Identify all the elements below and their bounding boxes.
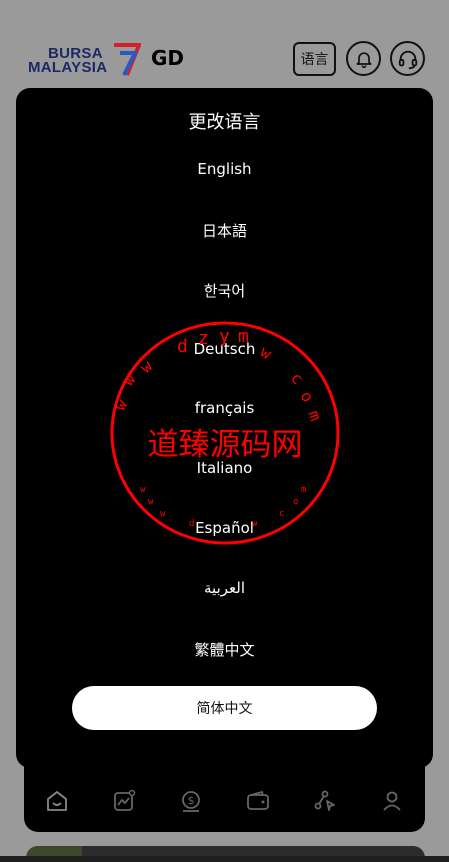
bell-icon	[356, 51, 371, 68]
svg-text:c: c	[279, 509, 284, 519]
ticker-label: GD	[151, 46, 185, 70]
svg-text:d: d	[189, 519, 194, 529]
app-header: BURSA MALAYSIA GD 语言	[0, 0, 449, 88]
svg-text:y: y	[219, 326, 230, 347]
svg-text:d: d	[177, 336, 188, 357]
svg-text:w: w	[136, 356, 156, 377]
language-option-traditional-chinese[interactable]: 繁體中文	[0, 639, 449, 660]
notifications-button[interactable]	[346, 41, 381, 76]
svg-text:w: w	[140, 485, 146, 495]
watermark-main-text: 道臻源码网	[148, 427, 303, 463]
home-icon[interactable]	[44, 788, 70, 814]
logo-mark-icon	[114, 43, 141, 76]
support-button[interactable]	[390, 41, 425, 76]
language-option-korean[interactable]: 한국어	[0, 280, 449, 301]
svg-text:w: w	[257, 342, 275, 363]
svg-text:o: o	[293, 497, 298, 507]
logo-line2: MALAYSIA	[28, 59, 108, 76]
svg-text:m: m	[238, 326, 249, 347]
svg-text:w: w	[148, 497, 154, 507]
headset-icon	[398, 50, 417, 69]
chart-icon[interactable]	[111, 788, 137, 814]
language-option-english[interactable]: English	[0, 160, 449, 178]
bottom-nav: $	[24, 770, 425, 832]
bursa-malaysia-logo: BURSA MALAYSIA	[28, 42, 141, 78]
user-icon[interactable]	[379, 788, 405, 814]
svg-text:$: $	[188, 794, 195, 807]
dollar-icon[interactable]: $	[178, 788, 204, 814]
language-button[interactable]: 语言	[293, 42, 336, 76]
watermark-stamp: w w w d z y m w c o m 道臻源码网 w w w d w c …	[110, 321, 340, 545]
svg-text:z: z	[198, 328, 209, 349]
modal-title: 更改语言	[188, 112, 261, 133]
svg-text:o: o	[297, 388, 318, 406]
svg-text:m: m	[304, 408, 325, 424]
svg-text:c: c	[287, 368, 308, 388]
svg-text:m: m	[301, 485, 306, 495]
language-option-arabic[interactable]: العربية	[0, 579, 449, 597]
language-option-japanese[interactable]: 日本語	[0, 220, 449, 241]
share-icon[interactable]	[312, 788, 338, 814]
svg-text:w: w	[252, 519, 258, 529]
svg-text:w: w	[160, 509, 166, 519]
language-option-simplified-chinese-selected[interactable]: 简体中文	[72, 686, 377, 730]
wallet-icon[interactable]	[245, 788, 271, 814]
home-indicator-bar	[0, 856, 449, 862]
